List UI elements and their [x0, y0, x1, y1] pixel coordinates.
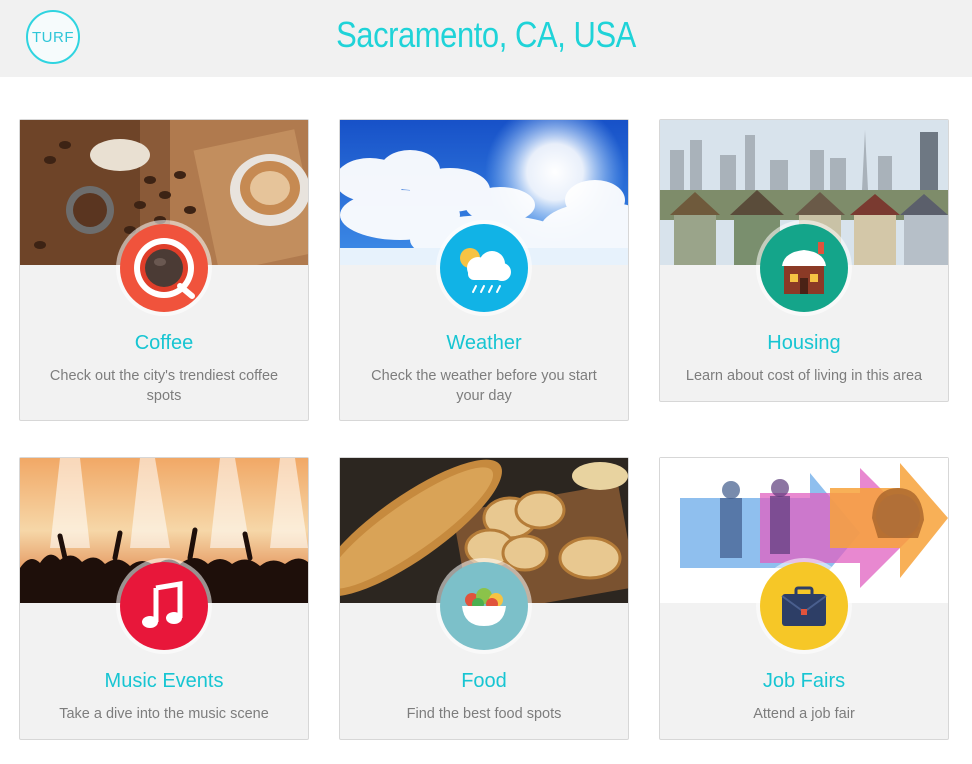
music-note-icon — [142, 581, 183, 628]
card-job-fairs[interactable]: Job Fairs Attend a job fair — [659, 457, 949, 740]
card-weather[interactable]: Weather Check the weather before you sta… — [339, 119, 629, 421]
coffee-badge — [116, 220, 212, 316]
weather-badge — [436, 220, 532, 316]
briefcase-icon — [781, 586, 827, 626]
header-bar: TURF Sacramento, CA, USA — [0, 0, 972, 77]
card-description: Check out the city's trendiest coffee sp… — [49, 368, 279, 404]
card-title[interactable]: Coffee — [20, 332, 308, 355]
card-food[interactable]: Food Find the best food spots — [339, 457, 629, 740]
card-title[interactable]: Weather — [340, 332, 628, 355]
card-housing[interactable]: Housing Learn about cost of living in th… — [659, 119, 949, 402]
house-icon — [782, 242, 826, 294]
rain-cloud-icon — [460, 248, 511, 293]
card-coffee[interactable]: Coffee Check out the city's trendiest co… — [19, 119, 309, 421]
card-description: Learn about cost of living in this area — [685, 368, 923, 384]
card-music-events[interactable]: Music Events Take a dive into the music … — [19, 457, 309, 740]
jobs-badge — [756, 558, 852, 654]
salad-bowl-icon — [462, 588, 506, 626]
card-title[interactable]: Housing — [660, 332, 948, 355]
page-title: Sacramento, CA, USA — [336, 14, 636, 55]
card-title[interactable]: Food — [340, 670, 628, 693]
food-badge — [436, 558, 532, 654]
card-title[interactable]: Job Fairs — [660, 670, 948, 693]
card-description: Find the best food spots — [406, 706, 562, 722]
card-description: Attend a job fair — [753, 706, 855, 722]
housing-badge — [756, 220, 852, 316]
card-description: Check the weather before you start your … — [371, 368, 597, 404]
card-description: Take a dive into the music scene — [59, 706, 269, 722]
coffee-cup-icon — [134, 238, 195, 299]
card-title[interactable]: Music Events — [20, 670, 308, 693]
music-badge — [116, 558, 212, 654]
